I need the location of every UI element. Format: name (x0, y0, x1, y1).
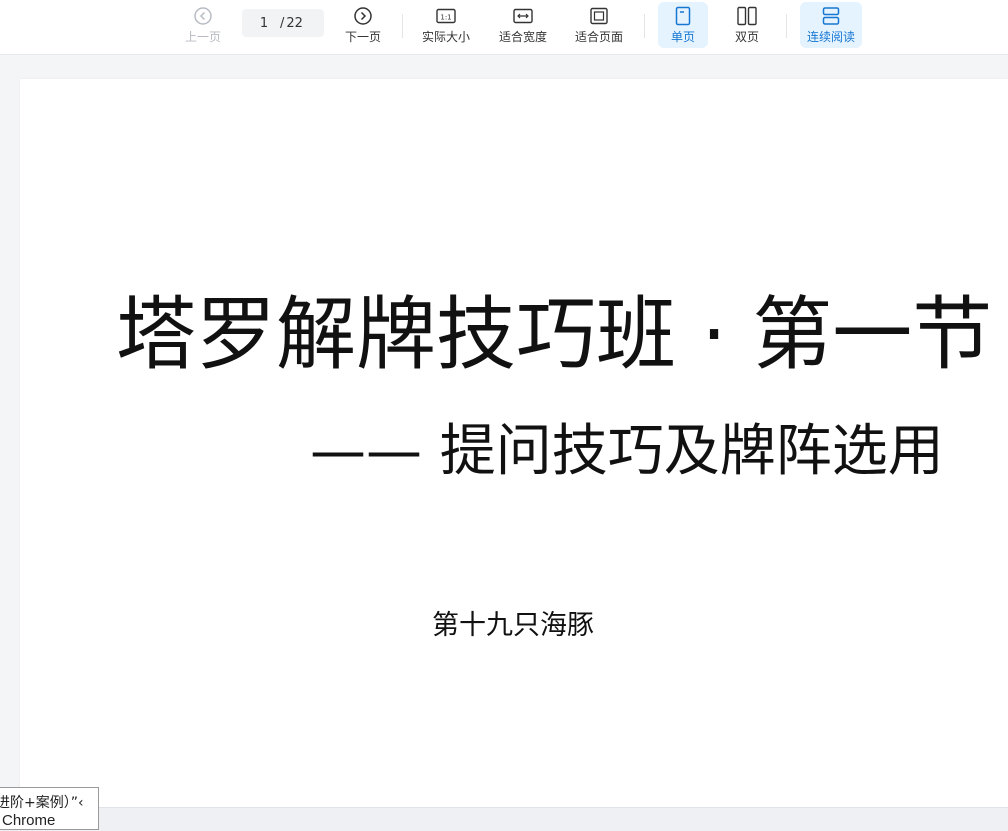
fit-width-label: 适合宽度 (498, 30, 547, 44)
chevron-left-circle-icon (193, 4, 213, 28)
page-number-input[interactable] (254, 15, 274, 31)
single-page-label: 单页 (670, 30, 695, 44)
tooltip-title: 进阶+案例）”‹ (0, 795, 84, 811)
toolbar-divider (786, 14, 787, 38)
taskbar-tooltip: 进阶+案例）”‹ Chrome (0, 787, 99, 830)
next-page-label: 下一页 (344, 30, 381, 44)
actual-size-icon: 1:1 (435, 4, 457, 28)
horizontal-scrollbar[interactable] (0, 807, 1008, 831)
continuous-reading-label: 连续阅读 (806, 30, 855, 44)
toolbar-divider (402, 14, 403, 38)
pdf-page: 塔罗解牌技巧班 · 第一节 —— 提问技巧及牌阵选用 第十九只海豚 (20, 79, 1008, 807)
fit-page-button[interactable]: 适合页面 (570, 2, 628, 48)
fit-width-button[interactable]: 适合宽度 (494, 2, 552, 48)
fit-width-icon (512, 4, 534, 28)
slide-subtitle: —— 提问技巧及牌阵选用 (310, 419, 944, 484)
slide-author: 第十九只海豚 (432, 610, 594, 641)
double-page-icon (736, 4, 758, 28)
prev-page-label: 上一页 (184, 30, 221, 44)
double-page-button[interactable]: 双页 (722, 2, 772, 48)
next-page-button[interactable]: 下一页 (340, 2, 386, 48)
fit-page-icon (588, 4, 610, 28)
svg-text:1:1: 1:1 (440, 14, 451, 22)
continuous-reading-button[interactable]: 连续阅读 (800, 2, 862, 48)
chevron-right-circle-icon (353, 4, 373, 28)
page-number-box: / 22 (242, 9, 324, 37)
slide-title: 塔罗解牌技巧班 · 第一节 (116, 288, 993, 381)
page-total: 22 (286, 15, 303, 31)
single-page-button[interactable]: 单页 (658, 2, 708, 48)
continuous-reading-icon (821, 4, 841, 28)
page-separator: / (280, 15, 285, 31)
toolbar-divider (644, 14, 645, 38)
double-page-label: 双页 (734, 30, 759, 44)
document-viewport[interactable]: 塔罗解牌技巧班 · 第一节 —— 提问技巧及牌阵选用 第十九只海豚 (0, 55, 1008, 807)
actual-size-label: 实际大小 (421, 30, 470, 44)
single-page-icon (674, 4, 692, 28)
actual-size-button[interactable]: 1:1 实际大小 (418, 2, 474, 48)
pdf-toolbar: 上一页 / 22 下一页 1:1 实际大小 适合宽度 适合页面 单 (0, 0, 1008, 55)
tooltip-app-name: Chrome (2, 812, 56, 829)
fit-page-label: 适合页面 (574, 30, 623, 44)
prev-page-button[interactable]: 上一页 (180, 2, 226, 48)
